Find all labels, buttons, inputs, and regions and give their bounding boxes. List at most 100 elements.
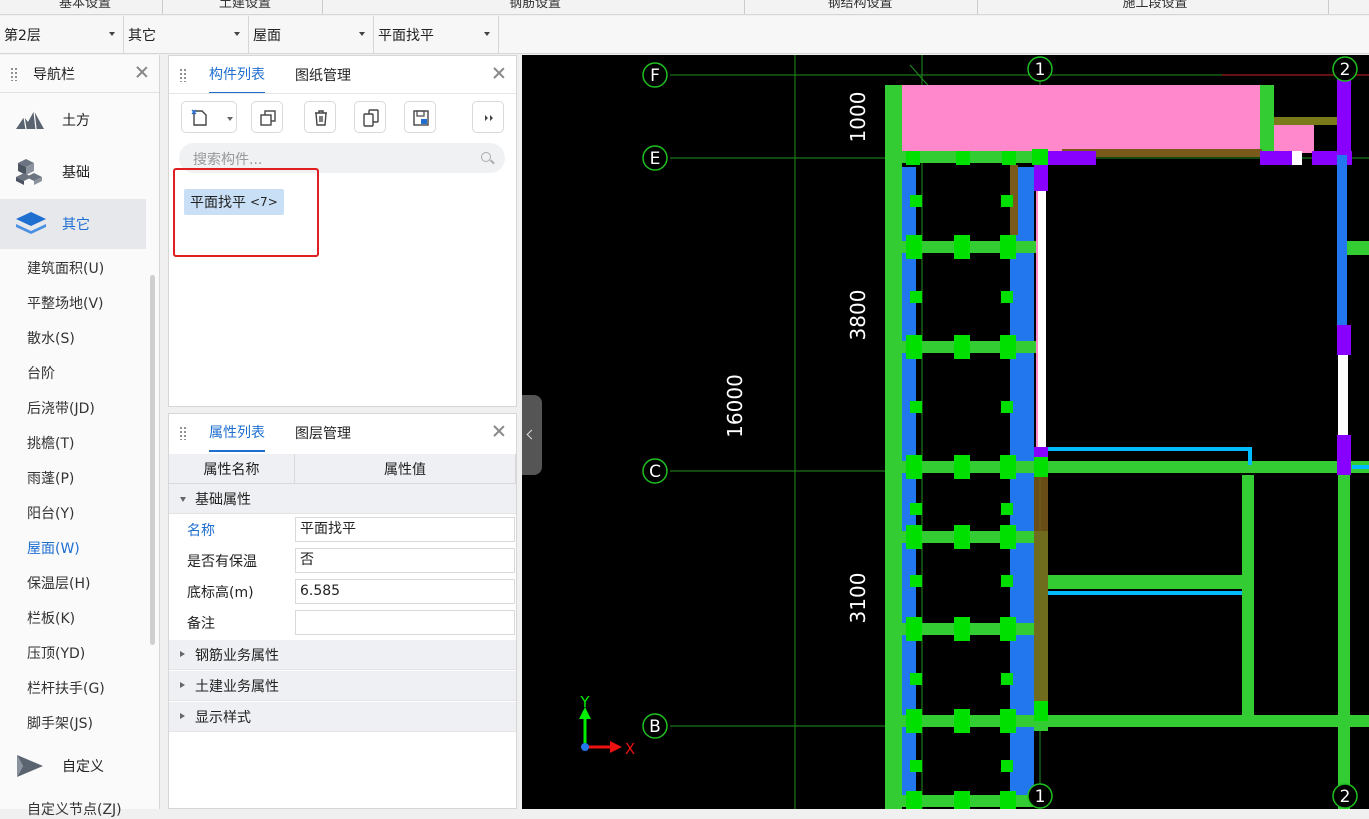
tab-drawing-management[interactable]: 图纸管理 bbox=[295, 56, 351, 94]
nav-item-parapet[interactable]: 栏板(K) bbox=[27, 608, 75, 628]
axis-label-c: C bbox=[649, 462, 661, 482]
tab-layer-management[interactable]: 图层管理 bbox=[295, 414, 351, 452]
collapse-panel-handle[interactable] bbox=[522, 395, 542, 475]
property-value-bottom-elevation[interactable]: 6.585 bbox=[295, 579, 515, 604]
civil-settings-tab[interactable]: 土建设置 bbox=[190, 0, 300, 11]
save-component-button[interactable] bbox=[404, 101, 436, 133]
chevron-down-icon bbox=[234, 32, 240, 36]
ucs-axis-icon: Y X bbox=[579, 693, 635, 758]
axis-label-2-top: 2 bbox=[1340, 60, 1351, 80]
nav-scrollbar[interactable] bbox=[150, 275, 155, 645]
nav-item-building-area[interactable]: 建筑面积(U) bbox=[27, 258, 104, 278]
drag-handle-icon[interactable] bbox=[10, 67, 18, 81]
category-select[interactable]: 其它 bbox=[124, 16, 249, 54]
component-list-panel: 构件列表 图纸管理 搜索构件... 平面找平 <7> bbox=[168, 55, 517, 407]
layer-copy-icon bbox=[363, 109, 379, 127]
nav-item-canopy[interactable]: 雨蓬(P) bbox=[27, 468, 74, 488]
save-icon bbox=[413, 110, 429, 126]
group-label: 钢筋业务属性 bbox=[195, 647, 279, 664]
selector-toolbar: 第2层 其它 屋面 平面找平 bbox=[0, 16, 1369, 54]
nav-category-earthwork[interactable]: 土方 bbox=[0, 95, 146, 145]
nav-item-roof[interactable]: 屋面(W) bbox=[27, 538, 80, 558]
axis-label-2-bottom: 2 bbox=[1340, 787, 1351, 807]
tab-property-list[interactable]: 属性列表 bbox=[209, 414, 265, 452]
axis-label-b: B bbox=[649, 717, 661, 737]
close-icon[interactable] bbox=[492, 66, 506, 80]
nav-item-apron[interactable]: 散水(S) bbox=[27, 328, 75, 348]
component-select-value: 平面找平 bbox=[378, 28, 434, 44]
nav-item-balcony[interactable]: 阳台(Y) bbox=[27, 503, 74, 523]
search-placeholder: 搜索构件... bbox=[193, 152, 263, 168]
copy-component-button[interactable] bbox=[251, 101, 283, 133]
more-tools-button[interactable] bbox=[472, 101, 504, 133]
delete-component-button[interactable] bbox=[304, 101, 336, 133]
nav-item-insulation[interactable]: 保温层(H) bbox=[27, 573, 90, 593]
drag-handle-icon[interactable] bbox=[179, 426, 187, 440]
ucs-y-label: Y bbox=[579, 693, 590, 711]
new-component-button[interactable] bbox=[181, 101, 237, 133]
property-value-name[interactable]: 平面找平 bbox=[295, 517, 515, 542]
property-name: 是否有保温 bbox=[187, 554, 257, 570]
column-header-value: 属性值 bbox=[295, 454, 516, 484]
group-basic-properties[interactable]: 基础属性 bbox=[169, 484, 516, 514]
close-icon[interactable] bbox=[492, 424, 506, 438]
property-list-panel: 属性列表 图层管理 属性名称 属性值 基础属性 名称 平面找平 是否有保温 否 … bbox=[168, 413, 517, 809]
tab-component-list[interactable]: 构件列表 bbox=[209, 56, 265, 94]
new-file-icon bbox=[191, 109, 207, 126]
rebar-settings-tab[interactable]: 钢筋设置 bbox=[480, 0, 590, 11]
type-select[interactable]: 屋面 bbox=[249, 16, 374, 54]
duplicate-layer-button[interactable] bbox=[354, 101, 386, 133]
property-value-insulation[interactable]: 否 bbox=[295, 548, 515, 573]
nav-category-label: 土方 bbox=[62, 113, 90, 129]
custom-icon bbox=[17, 755, 43, 777]
group-rebar-properties[interactable]: 钢筋业务属性 bbox=[169, 640, 516, 670]
axis-label-1-bottom: 1 bbox=[1035, 787, 1046, 807]
nav-item-site-leveling[interactable]: 平整场地(V) bbox=[27, 293, 104, 313]
property-value-remark[interactable] bbox=[295, 610, 515, 635]
nav-item-steps[interactable]: 台阶 bbox=[27, 363, 55, 383]
floor-select[interactable]: 第2层 bbox=[0, 16, 124, 54]
chevron-right-icon bbox=[180, 682, 185, 688]
drag-handle-icon[interactable] bbox=[179, 68, 187, 82]
nav-category-foundation[interactable]: 基础 bbox=[0, 147, 146, 197]
nav-item-scaffold[interactable]: 脚手架(JS) bbox=[27, 713, 93, 733]
property-row: 底标高(m) 6.585 bbox=[169, 576, 516, 607]
group-label: 土建业务属性 bbox=[195, 678, 279, 695]
property-name: 底标高(m) bbox=[187, 585, 254, 601]
column-header-name: 属性名称 bbox=[169, 454, 295, 484]
nav-category-label: 自定义 bbox=[62, 759, 104, 775]
search-icon[interactable] bbox=[481, 152, 491, 162]
group-display-style[interactable]: 显示样式 bbox=[169, 702, 516, 732]
group-civil-properties[interactable]: 土建业务属性 bbox=[169, 671, 516, 701]
component-select[interactable]: 平面找平 bbox=[374, 16, 499, 54]
group-label: 基础属性 bbox=[195, 491, 251, 508]
drawing-canvas[interactable]: F E C B 1 2 1 2 1000 3800 16000 3100 Y X bbox=[522, 55, 1369, 809]
floor-plan-drawing[interactable]: F E C B 1 2 1 2 1000 3800 16000 3100 Y X bbox=[522, 55, 1369, 809]
nav-item-railing[interactable]: 栏杆扶手(G) bbox=[27, 678, 105, 698]
settings-tab-strip: 基本设置 土建设置 钢筋设置 钢结构设置 施工段设置 bbox=[0, 0, 1369, 15]
steel-settings-tab[interactable]: 钢结构设置 bbox=[805, 0, 915, 11]
ucs-x-label: X bbox=[625, 740, 635, 758]
chevron-down-icon bbox=[180, 497, 186, 502]
type-select-value: 屋面 bbox=[253, 28, 281, 44]
nav-item-post-pour-strip[interactable]: 后浇带(JD) bbox=[27, 398, 95, 418]
chevron-down-icon bbox=[359, 32, 365, 36]
basic-settings-tab[interactable]: 基本设置 bbox=[30, 0, 140, 11]
nav-header: 导航栏 bbox=[0, 55, 159, 93]
floor-select-value: 第2层 bbox=[4, 28, 41, 44]
chevron-down-icon[interactable] bbox=[227, 117, 233, 121]
selection-highlight-box bbox=[173, 168, 319, 257]
property-row: 名称 平面找平 bbox=[169, 514, 516, 545]
close-icon[interactable] bbox=[135, 65, 149, 79]
chevron-down-icon bbox=[109, 32, 115, 36]
construction-stage-tab[interactable]: 施工段设置 bbox=[1100, 0, 1210, 11]
navigation-panel: 导航栏 土方 基础 其它 建筑面积(U) 平整场地(V) 散水(S) 台阶 后浇… bbox=[0, 55, 160, 818]
axis-label-e: E bbox=[650, 149, 661, 169]
axis-label-f: F bbox=[650, 66, 660, 86]
nav-category-custom[interactable]: 自定义 bbox=[0, 741, 146, 791]
nav-item-custom-node[interactable]: 自定义节点(ZJ) bbox=[27, 799, 122, 819]
nav-item-cornice[interactable]: 挑檐(T) bbox=[27, 433, 74, 453]
nav-category-other[interactable]: 其它 bbox=[0, 199, 146, 249]
chevron-right-icon bbox=[180, 651, 185, 657]
nav-item-coping[interactable]: 压顶(YD) bbox=[27, 643, 85, 663]
